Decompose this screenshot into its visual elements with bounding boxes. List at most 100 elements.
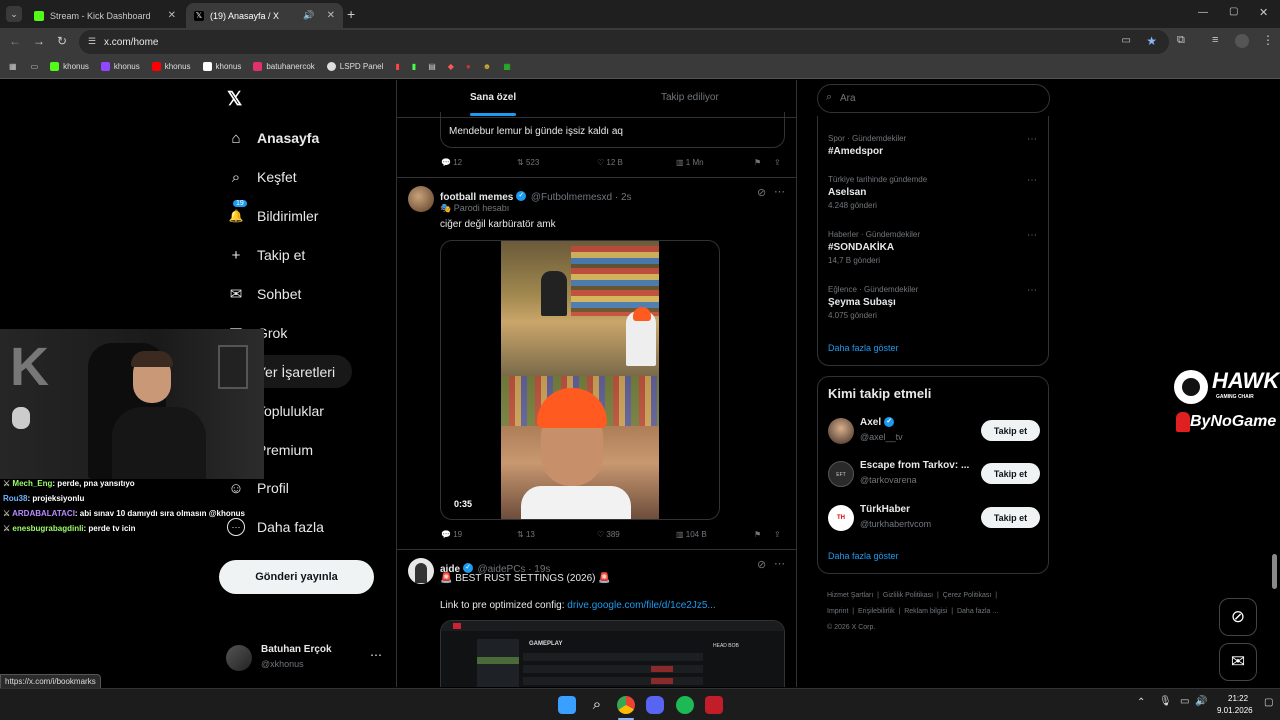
menu-icon[interactable]: ⋮ bbox=[1262, 33, 1274, 47]
bookmark-youtube[interactable]: khonus bbox=[151, 62, 191, 71]
views-button[interactable]: ▥ 104 B bbox=[676, 530, 707, 539]
tab-search-button[interactable]: ⌄ bbox=[6, 6, 22, 22]
reply-button[interactable]: 💬 19 bbox=[441, 530, 462, 539]
bookmark-star-icon[interactable]: ★ bbox=[1146, 34, 1157, 48]
bookmark-red-icon[interactable]: ● bbox=[466, 62, 471, 71]
trend-item[interactable]: Spor · Gündemdekiler #Amedspor ⋯ bbox=[828, 134, 1043, 157]
search-box[interactable]: ⌕ Ara bbox=[817, 84, 1050, 113]
microphone-icon[interactable]: 🎙 bbox=[1159, 696, 1172, 707]
follow-button[interactable]: Takip et bbox=[981, 420, 1040, 441]
bookmark-smile-icon[interactable]: ☻ bbox=[483, 62, 491, 71]
close-window-icon[interactable]: ✕ bbox=[1259, 6, 1268, 19]
grok-float-button[interactable]: ⊘ bbox=[1219, 598, 1257, 636]
back-icon[interactable]: ← bbox=[9, 34, 21, 48]
bookmark-lspd[interactable]: LSPD Panel bbox=[326, 62, 383, 71]
address-bar[interactable]: ☰ x.com/home ★ ▭ bbox=[79, 30, 1169, 54]
like-button[interactable]: ♡ 389 bbox=[597, 530, 620, 539]
nav-follow[interactable]: + Takip et bbox=[227, 246, 306, 264]
tab-following[interactable]: Takip ediliyor bbox=[661, 92, 719, 103]
tab-audio-icon[interactable]: 🔊 bbox=[303, 10, 314, 21]
follow-button[interactable]: Takip et bbox=[981, 507, 1040, 528]
tab-x-home[interactable]: 𝕏 (19) Anasayfa / X 🔊 ✕ bbox=[186, 3, 343, 28]
chrome-icon[interactable] bbox=[617, 696, 635, 714]
follow-suggestion[interactable]: Axel ✓ @axel__tv Takip et bbox=[828, 415, 1040, 447]
trends-show-more[interactable]: Daha fazla göster bbox=[828, 343, 899, 353]
bookmark-chart-icon[interactable]: ▮ bbox=[395, 62, 399, 71]
bookmark-twitch[interactable]: khonus bbox=[100, 62, 140, 71]
network-icon[interactable]: ▭ bbox=[1180, 696, 1189, 707]
grok-icon[interactable]: ⊘ bbox=[757, 558, 766, 571]
bookmark-sheets-icon[interactable]: ▦ bbox=[503, 62, 511, 71]
bookmark-button[interactable]: ⚑ bbox=[754, 530, 761, 539]
bookmark-chart2-icon[interactable]: ▮ bbox=[412, 62, 416, 71]
forward-icon[interactable]: → bbox=[33, 34, 45, 48]
notifications-icon[interactable]: ▢ bbox=[1264, 697, 1273, 708]
tweet1-handle[interactable]: @Futbolmemesxd · 2s bbox=[531, 192, 632, 203]
tweet1-video[interactable]: 0:35 bbox=[440, 240, 720, 520]
nav-explore[interactable]: ⌕ Keşfet bbox=[227, 168, 297, 186]
config-link[interactable]: drive.google.com/file/d/1ce2Jz5... bbox=[567, 600, 715, 611]
bookmark-button[interactable]: ⚑ bbox=[754, 158, 761, 167]
tweet1-author[interactable]: football memes bbox=[440, 192, 513, 203]
tab-kick-dashboard[interactable]: Stream - Kick Dashboard ✕ bbox=[26, 3, 184, 28]
account-switcher[interactable]: Batuhan Erçok @xkhonus ⋯ bbox=[226, 644, 384, 674]
volume-icon[interactable]: 🔊 bbox=[1195, 696, 1207, 707]
apps-icon[interactable]: ▦ bbox=[9, 62, 17, 71]
bookmark-instagram[interactable]: batuhanercok bbox=[253, 62, 315, 71]
share-button[interactable]: ⇪ bbox=[774, 530, 781, 539]
trend-more-icon[interactable]: ⋯ bbox=[1027, 285, 1037, 296]
repost-button[interactable]: ⇅ 13 bbox=[517, 530, 535, 539]
post-button[interactable]: Gönderi yayınla bbox=[219, 560, 374, 594]
tweet1-avatar[interactable] bbox=[408, 186, 434, 212]
clock-date[interactable]: 9.01.2026 bbox=[1217, 706, 1253, 715]
messages-float-button[interactable]: ✉ bbox=[1219, 643, 1257, 681]
trend-item[interactable]: Eğlence · Gündemdekiler Şeyma Subaşı 4.0… bbox=[828, 285, 1043, 320]
discord-icon[interactable] bbox=[646, 696, 664, 714]
new-tab-button[interactable]: + bbox=[347, 7, 355, 21]
tray-chevron-icon[interactable]: ⌃ bbox=[1137, 697, 1145, 708]
nav-notifications[interactable]: 🔔 19 Bildirimler bbox=[227, 200, 318, 225]
tweet2-image[interactable]: GAMEPLAY HEAD BOB bbox=[440, 620, 785, 687]
clock-time[interactable]: 21:22 bbox=[1228, 694, 1248, 703]
trend-more-icon[interactable]: ⋯ bbox=[1027, 230, 1037, 241]
trend-item[interactable]: Türkiye tarihinde gündemde Aselsan 4.248… bbox=[828, 175, 1043, 210]
site-info-icon[interactable]: ☰ bbox=[88, 36, 96, 47]
bookmark-game-icon[interactable]: ◆ bbox=[448, 62, 454, 71]
nav-chat[interactable]: ✉ Sohbet bbox=[227, 285, 302, 303]
spotify-icon[interactable] bbox=[676, 696, 694, 714]
tweet-more-icon[interactable]: ⋯ bbox=[774, 557, 785, 570]
trend-item[interactable]: Haberler · Gündemdekiler #SONDAKİKA 14,7… bbox=[828, 230, 1043, 265]
views-button[interactable]: ▥ 1 Mn bbox=[676, 158, 704, 167]
reading-list-icon[interactable]: ≡ bbox=[1212, 34, 1218, 46]
follow-button[interactable]: Takip et bbox=[981, 463, 1040, 484]
cast-icon[interactable]: ▭ bbox=[1122, 35, 1131, 46]
app-icon[interactable] bbox=[705, 696, 723, 714]
extensions-icon[interactable]: ⧉ bbox=[1177, 34, 1185, 47]
bookmark-doc-icon[interactable]: ▤ bbox=[428, 62, 436, 71]
close-tab-icon[interactable]: ✕ bbox=[327, 10, 335, 21]
tweet2-avatar[interactable] bbox=[408, 558, 434, 584]
start-icon[interactable] bbox=[558, 696, 576, 714]
minimize-icon[interactable]: — bbox=[1198, 7, 1208, 18]
search-icon[interactable]: ⌕ bbox=[588, 696, 606, 714]
like-button[interactable]: ♡ 12 B bbox=[597, 158, 623, 167]
grok-icon[interactable]: ⊘ bbox=[757, 186, 766, 199]
x-logo-icon[interactable]: 𝕏 bbox=[227, 88, 242, 111]
close-tab-icon[interactable]: ✕ bbox=[168, 10, 176, 21]
tweet-more-icon[interactable]: ⋯ bbox=[774, 185, 785, 198]
who-show-more[interactable]: Daha fazla göster bbox=[828, 551, 899, 561]
follow-suggestion[interactable]: TH TürkHaber @turkhabertvcom Takip et bbox=[828, 502, 1040, 534]
page-scrollbar[interactable] bbox=[1272, 554, 1277, 589]
folder-icon[interactable]: ▭ bbox=[31, 62, 39, 71]
reply-button[interactable]: 💬 12 bbox=[441, 158, 462, 167]
bookmark-kick[interactable]: khonus bbox=[50, 62, 89, 71]
tab-for-you[interactable]: Sana özel bbox=[470, 92, 516, 103]
trend-more-icon[interactable]: ⋯ bbox=[1027, 175, 1037, 186]
trend-more-icon[interactable]: ⋯ bbox=[1027, 134, 1037, 145]
account-more-icon[interactable]: ⋯ bbox=[370, 648, 382, 662]
share-button[interactable]: ⇪ bbox=[774, 158, 781, 167]
nav-home[interactable]: ⌂ Anasayfa bbox=[227, 129, 319, 147]
bookmark-x[interactable]: khonus bbox=[202, 62, 241, 71]
maximize-icon[interactable]: ▢ bbox=[1229, 6, 1238, 17]
repost-button[interactable]: ⇅ 523 bbox=[517, 158, 539, 167]
